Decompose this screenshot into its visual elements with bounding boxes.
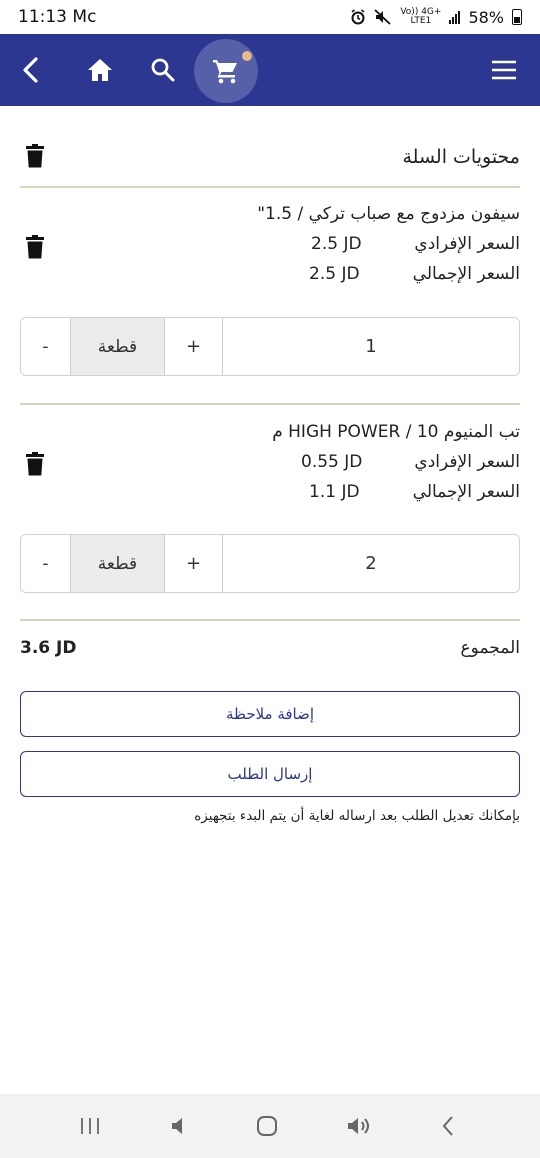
- divider: [20, 186, 520, 188]
- divider: [20, 619, 520, 621]
- search-button[interactable]: [146, 34, 180, 106]
- decrease-quantity-button[interactable]: -: [21, 535, 71, 592]
- quantity-stepper: - قطعة + 1: [20, 317, 520, 376]
- unit-label: قطعة: [71, 535, 165, 592]
- app-bar: [0, 34, 540, 106]
- volume-up-button[interactable]: [338, 1094, 382, 1158]
- volume-up-icon: [348, 1118, 369, 1134]
- cart-badge: [242, 51, 252, 61]
- signal-icon: [449, 10, 461, 24]
- total-price-value: 2.5 JD: [309, 264, 360, 284]
- home-nav-button[interactable]: [247, 1094, 287, 1158]
- item-name: تب المنيوم HIGH POWER / 10 م: [272, 422, 520, 442]
- mute-icon: [374, 9, 391, 25]
- menu-button[interactable]: [486, 34, 522, 106]
- increase-quantity-button[interactable]: +: [165, 535, 223, 592]
- submit-order-button[interactable]: إرسال الطلب: [20, 751, 520, 797]
- volume-down-icon: [172, 1118, 182, 1134]
- increase-quantity-button[interactable]: +: [165, 318, 223, 375]
- quantity-input[interactable]: 2: [223, 535, 519, 592]
- home-icon: [88, 59, 112, 81]
- quantity-input[interactable]: 1: [223, 318, 519, 375]
- remove-item-trash-icon[interactable]: [26, 452, 44, 476]
- total-price-label: السعر الإجمالي: [412, 482, 520, 502]
- status-time: 11:13 Mc: [18, 7, 97, 27]
- edit-order-note: بإمكانك تعديل الطلب بعد ارساله لغاية أن …: [194, 808, 520, 824]
- total-price-value: 1.1 JD: [309, 482, 360, 502]
- cart-total-label: المجموع: [460, 638, 520, 658]
- unit-price-value: 0.55 JD: [301, 452, 363, 472]
- add-note-button[interactable]: إضافة ملاحظة: [20, 691, 520, 737]
- clear-cart-trash-icon[interactable]: [26, 144, 44, 168]
- home-button[interactable]: [82, 34, 118, 106]
- recent-apps-icon: [81, 1118, 99, 1134]
- divider: [20, 403, 520, 405]
- page-title: محتويات السلة: [402, 146, 521, 168]
- back-nav-button[interactable]: [428, 1094, 468, 1158]
- unit-price-label: السعر الإفرادي: [414, 234, 520, 254]
- recent-apps-button[interactable]: [70, 1094, 110, 1158]
- cart-button[interactable]: [194, 39, 258, 103]
- cart-icon: [213, 60, 237, 84]
- unit-label: قطعة: [71, 318, 165, 375]
- volume-down-button[interactable]: [160, 1094, 200, 1158]
- network-indicator: Vo)) 4G+ LTE1: [400, 8, 441, 26]
- search-icon: [151, 58, 175, 82]
- alarm-icon: [351, 9, 365, 25]
- cart-total-value: 3.6 JD: [20, 638, 77, 658]
- back-button[interactable]: [10, 34, 50, 106]
- back-nav-icon: [442, 1116, 453, 1136]
- status-icons: Vo)) 4G+ LTE1 58%: [350, 8, 522, 27]
- system-nav-bar: [0, 1094, 540, 1158]
- unit-price-value: 2.5 JD: [311, 234, 362, 254]
- back-arrow-icon: [23, 57, 38, 83]
- menu-icon: [492, 60, 516, 80]
- quantity-stepper: - قطعة + 2: [20, 534, 520, 593]
- total-price-label: السعر الإجمالي: [412, 264, 520, 284]
- unit-price-label: السعر الإفرادي: [414, 452, 520, 472]
- decrease-quantity-button[interactable]: -: [21, 318, 71, 375]
- home-nav-icon: [257, 1116, 277, 1136]
- status-bar: 11:13 Mc Vo)) 4G+ LTE1 58%: [0, 0, 540, 34]
- battery-icon: [512, 9, 522, 25]
- remove-item-trash-icon[interactable]: [26, 235, 44, 259]
- network-bottom: LTE1: [410, 16, 432, 26]
- item-name: سيفون مزدوج مع صباب تركي / 1.5": [257, 204, 520, 224]
- battery-percent: 58%: [468, 7, 504, 27]
